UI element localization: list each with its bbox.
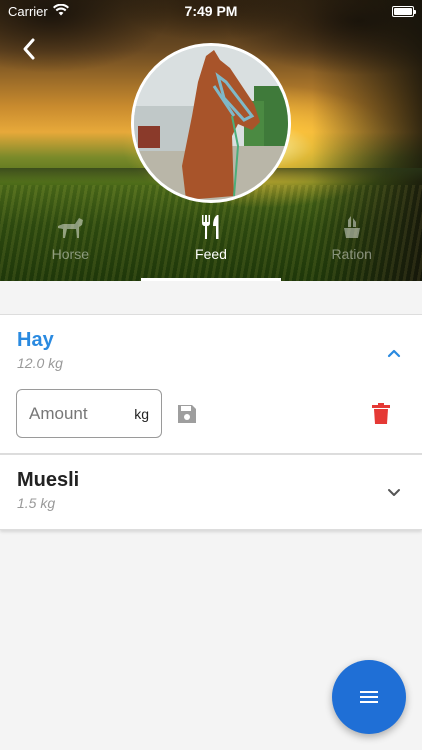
ration-icon xyxy=(343,216,360,238)
collapse-button[interactable] xyxy=(386,345,402,361)
fork-knife-icon xyxy=(202,215,219,239)
back-button[interactable] xyxy=(14,34,44,64)
amount-input[interactable] xyxy=(29,403,124,424)
tab-feed-label: Feed xyxy=(195,246,227,262)
unit-label: kg xyxy=(134,405,149,422)
clock: 7:49 PM xyxy=(184,3,238,19)
tab-ration[interactable]: Ration xyxy=(281,210,422,281)
amount-field[interactable]: kg xyxy=(16,389,162,438)
feed-item-muesli[interactable]: Muesli 1.5 kg xyxy=(0,454,422,530)
battery-icon xyxy=(392,6,416,17)
tab-horse[interactable]: Horse xyxy=(0,210,141,281)
horse-photo xyxy=(134,46,288,200)
trash-icon xyxy=(372,403,390,424)
save-button[interactable] xyxy=(176,403,198,425)
horse-icon xyxy=(58,218,84,238)
chevron-down-icon xyxy=(388,489,400,496)
tab-feed[interactable]: Feed xyxy=(141,210,282,281)
feed-item-name[interactable]: Hay xyxy=(17,329,54,352)
floppy-disk-icon xyxy=(178,405,196,423)
horse-avatar[interactable] xyxy=(131,43,291,203)
chevron-left-icon xyxy=(23,38,35,60)
menu-icon xyxy=(360,691,378,703)
feed-item-amount: 12.0 kg xyxy=(17,355,63,371)
tab-ration-label: Ration xyxy=(331,246,372,262)
status-bar: Carrier 7:49 PM xyxy=(0,0,422,22)
tab-horse-label: Horse xyxy=(51,246,90,262)
feed-item-hay: Hay 12.0 kg kg xyxy=(0,314,422,454)
delete-button[interactable] xyxy=(372,403,390,425)
tab-bar: Horse Feed Ration xyxy=(0,210,422,281)
menu-fab[interactable] xyxy=(332,660,406,734)
feed-item-amount: 1.5 kg xyxy=(17,495,56,511)
feed-item-name[interactable]: Muesli xyxy=(17,469,79,492)
expand-button[interactable] xyxy=(386,485,402,501)
chevron-up-icon xyxy=(387,349,401,358)
